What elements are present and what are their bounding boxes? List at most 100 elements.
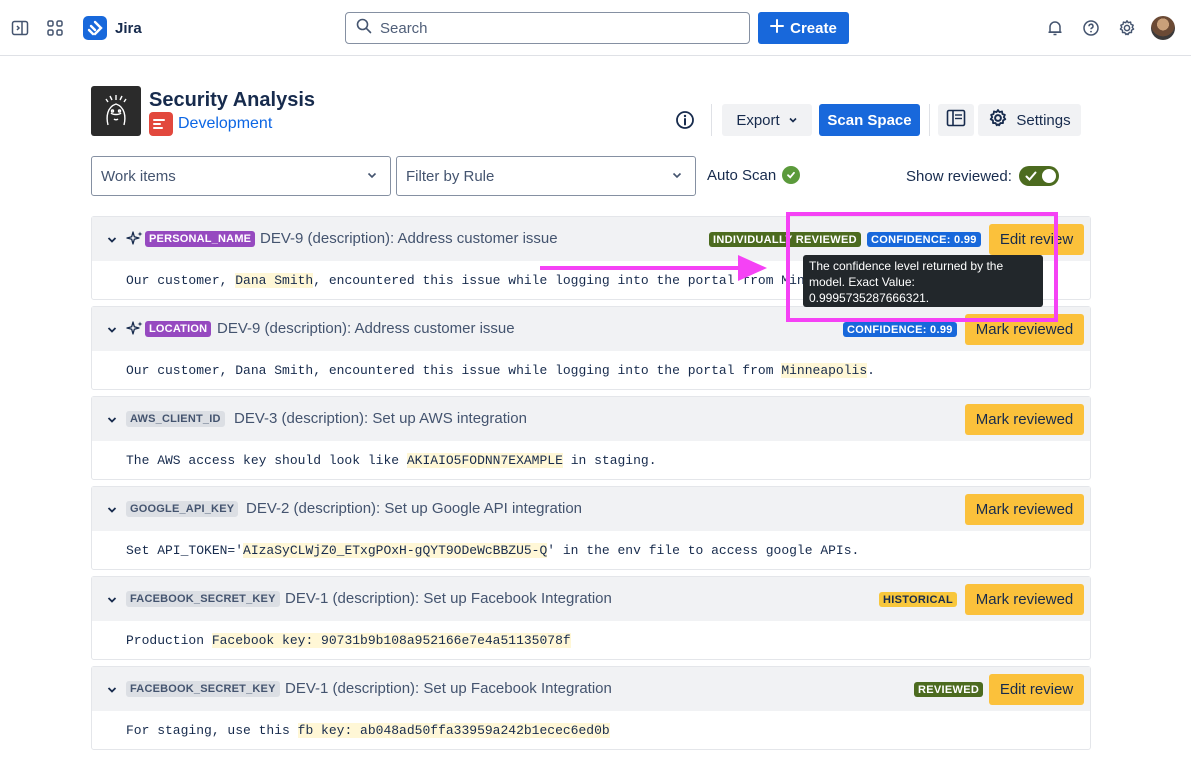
page-title: Security Analysis	[149, 89, 316, 111]
jira-logo-icon	[83, 16, 107, 40]
finding-card-header[interactable]: FACEBOOK_SECRET_KEY DEV-1 (description):…	[92, 577, 1090, 621]
chevron-down-icon[interactable]	[106, 233, 118, 251]
finding-card: FACEBOOK_SECRET_KEY DEV-1 (description):…	[91, 576, 1091, 660]
rule-badge: PERSONAL_NAME	[145, 231, 256, 247]
export-label: Export	[736, 111, 780, 129]
chevron-down-icon	[671, 168, 683, 185]
auto-scan-label: Auto Scan	[707, 166, 777, 184]
show-reviewed-control: Show reviewed:	[906, 166, 1059, 186]
rule-filter-select[interactable]: Filter by Rule	[396, 156, 696, 196]
finding-title: DEV-9 (description): Address customer is…	[217, 320, 515, 337]
excerpt-text: Set API_TOKEN='	[126, 543, 244, 558]
panel-layout-icon	[946, 109, 966, 131]
create-label: Create	[790, 19, 837, 37]
finding-title: DEV-3 (description): Set up AWS integrat…	[234, 410, 527, 427]
annotation-arrow-icon	[538, 254, 770, 287]
check-icon	[1024, 169, 1038, 187]
export-dropdown-button[interactable]: Export	[722, 104, 812, 136]
rule-badge: AWS_CLIENT_ID	[126, 411, 225, 427]
finding-title: DEV-2 (description): Set up Google API i…	[246, 500, 583, 517]
work-items-value: Work items	[101, 167, 176, 185]
excerpt-text: Production	[126, 633, 212, 648]
info-icon[interactable]	[673, 108, 697, 132]
plus-icon	[770, 19, 785, 37]
finding-title: DEV-1 (description): Set up Facebook Int…	[285, 680, 612, 697]
finding-excerpt: Set API_TOKEN='AIzaSyCLWjZ0_ETxgPOxH-gQY…	[126, 543, 859, 558]
excerpt-highlight: Facebook key: 90731b9b108a952166e7e4a511…	[211, 633, 571, 648]
notifications-bell-icon[interactable]	[1041, 14, 1069, 42]
auto-scan-status: Auto Scan	[707, 166, 801, 184]
excerpt-text: Our customer, Dana Smith, encountered th…	[126, 363, 782, 378]
work-items-select[interactable]: Work items	[91, 156, 391, 196]
show-reviewed-label: Show reviewed:	[906, 167, 1012, 185]
edit-review-button[interactable]: Edit review	[989, 674, 1084, 705]
finding-card-header[interactable]: GOOGLE_API_KEY DEV-2 (description): Set …	[92, 487, 1090, 531]
sidebar-toggle-icon[interactable]	[6, 14, 34, 42]
top-navigation: Jira Create	[0, 0, 1191, 56]
status-lozenge: HISTORICAL	[879, 592, 958, 607]
chevron-down-icon[interactable]	[106, 503, 118, 521]
excerpt-text: For staging, use this	[126, 723, 298, 738]
excerpt-text: in staging.	[562, 453, 657, 468]
search-icon	[356, 18, 372, 39]
confidence-lozenge[interactable]: CONFIDENCE: 0.99	[843, 322, 957, 337]
toolbar-divider	[711, 104, 712, 136]
excerpt-highlight: AKIAIO5FODNN7EXAMPLE	[406, 453, 563, 468]
gear-icon	[988, 108, 1008, 132]
show-reviewed-toggle[interactable]	[1018, 166, 1059, 187]
finding-excerpt: The AWS access key should look like AKIA…	[126, 453, 657, 468]
space-link-row[interactable]: Development	[149, 112, 272, 136]
app-name: Jira	[115, 19, 142, 37]
mark-reviewed-button[interactable]: Mark reviewed	[965, 584, 1084, 615]
finding-card-header[interactable]: FACEBOOK_SECRET_KEY DEV-1 (description):…	[92, 667, 1090, 711]
finding-card-header[interactable]: AWS_CLIENT_ID DEV-3 (description): Set u…	[92, 397, 1090, 441]
annotation-highlight-box	[786, 212, 1058, 322]
settings-gear-icon[interactable]	[1113, 14, 1141, 42]
finding-excerpt: Production Facebook key: 90731b9b108a952…	[126, 633, 571, 648]
settings-label: Settings	[1016, 111, 1071, 129]
chevron-down-icon[interactable]	[106, 323, 118, 341]
finding-excerpt: Our customer, Dana Smith, encountered th…	[126, 363, 875, 378]
excerpt-text: The AWS access key should look like	[126, 453, 407, 468]
finding-card: AWS_CLIENT_ID DEV-3 (description): Set u…	[91, 396, 1091, 480]
chevron-down-icon[interactable]	[106, 413, 118, 431]
finding-excerpt: For staging, use this fb key: ab048ad50f…	[126, 723, 610, 738]
mark-reviewed-button[interactable]: Mark reviewed	[965, 404, 1084, 435]
finding-card: GOOGLE_API_KEY DEV-2 (description): Set …	[91, 486, 1091, 570]
excerpt-text: ' in the env file to access google APIs.	[547, 543, 860, 558]
excerpt-highlight: Minneapolis	[781, 363, 868, 378]
help-icon[interactable]	[1077, 14, 1105, 42]
finding-title: DEV-9 (description): Address customer is…	[260, 230, 558, 247]
finding-card: FACEBOOK_SECRET_KEY DEV-1 (description):…	[91, 666, 1091, 750]
rule-badge: LOCATION	[145, 321, 212, 337]
jira-logo[interactable]: Jira	[83, 16, 142, 40]
app-switcher-icon[interactable]	[41, 14, 69, 42]
user-avatar[interactable]	[1151, 16, 1175, 40]
toolbar-divider	[929, 104, 930, 136]
space-icon	[149, 112, 173, 136]
settings-button[interactable]: Settings	[978, 104, 1081, 136]
excerpt-text: Our customer,	[126, 273, 236, 288]
chevron-down-icon	[366, 168, 378, 185]
mark-reviewed-button[interactable]: Mark reviewed	[965, 494, 1084, 525]
search-box[interactable]	[345, 12, 750, 44]
scan-space-button[interactable]: Scan Space	[819, 104, 920, 136]
security-app-logo	[91, 86, 141, 136]
chevron-down-icon[interactable]	[106, 593, 118, 611]
excerpt-highlight: fb key: ab048ad50ffa33959a242b1ecec6ed0b	[297, 723, 610, 738]
toggle-knob	[1041, 169, 1056, 183]
panel-view-button[interactable]	[938, 104, 974, 136]
rule-badge: FACEBOOK_SECRET_KEY	[126, 591, 280, 607]
chevron-down-icon[interactable]	[106, 683, 118, 701]
status-lozenge: REVIEWED	[914, 682, 984, 697]
ai-sparkle-icon	[126, 230, 144, 253]
rule-filter-value: Filter by Rule	[406, 167, 495, 185]
finding-title: DEV-1 (description): Set up Facebook Int…	[285, 590, 612, 607]
ai-sparkle-icon	[126, 320, 144, 343]
excerpt-highlight: Dana Smith	[235, 273, 314, 288]
check-circle-icon	[782, 166, 801, 184]
space-link[interactable]: Development	[178, 115, 272, 133]
excerpt-highlight: AIzaSyCLWjZ0_ETxgPOxH-gQYT9ODeWcBBZU5-Q	[243, 543, 548, 558]
create-button[interactable]: Create	[758, 12, 849, 44]
search-input[interactable]	[380, 19, 720, 37]
